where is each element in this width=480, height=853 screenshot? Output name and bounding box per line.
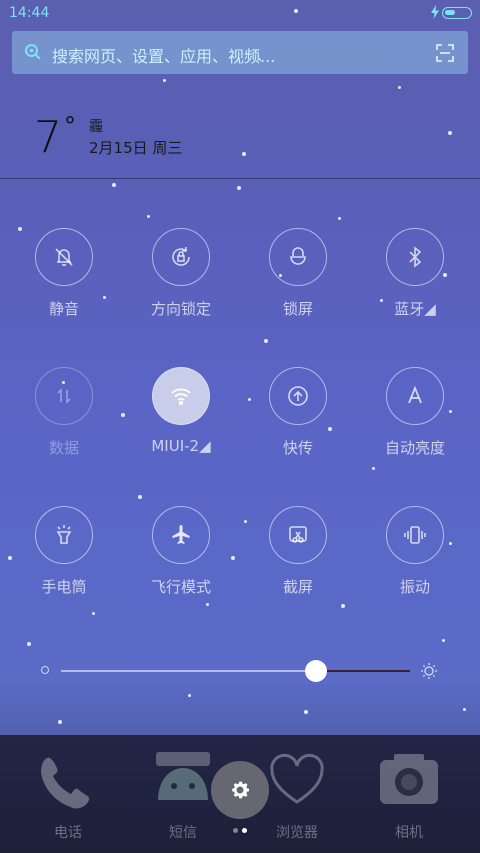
toggle-auto-brightness[interactable] <box>386 367 444 425</box>
toggle-label-quick-share: 快传 <box>282 439 313 457</box>
brightness-track-remaining <box>315 670 410 672</box>
phone-icon[interactable] <box>33 750 103 810</box>
toggle-bluetooth[interactable] <box>386 228 444 286</box>
settings-button[interactable] <box>211 761 269 819</box>
toggle-label-rotation-lock: 方向锁定 <box>150 300 211 318</box>
bell-off-icon <box>55 248 73 266</box>
toggle-label-bluetooth: 蓝牙◢ <box>394 300 436 318</box>
page-indicator-dot-2 <box>242 828 247 833</box>
toggle-label-flashlight: 手电筒 <box>41 578 87 596</box>
browser-icon[interactable] <box>262 750 332 810</box>
toggle-mobile-data[interactable] <box>35 367 93 425</box>
lock-icon <box>290 247 306 265</box>
toggle-label-lock-screen: 锁屏 <box>282 300 313 318</box>
battery-icon <box>442 7 472 19</box>
vibrate-icon <box>404 526 426 544</box>
search-input[interactable]: 搜索网页、设置、应用、视频... <box>52 43 275 67</box>
gear-icon <box>232 781 249 799</box>
toggle-silent[interactable] <box>35 228 93 286</box>
toggle-label-silent: 静音 <box>48 300 79 318</box>
status-time: 14:44 <box>9 5 50 21</box>
brightness-high-icon <box>421 663 437 679</box>
toggle-label-auto-brightness: 自动亮度 <box>384 439 445 457</box>
weather-temperature: 7 <box>34 112 62 163</box>
dock-label-camera: 相机 <box>395 825 423 841</box>
status-bar: 14:44 <box>0 0 480 26</box>
page-indicator-dot-1 <box>233 828 238 833</box>
dock-label-browser: 浏览器 <box>276 825 318 841</box>
toggle-lock-screen[interactable] <box>269 228 327 286</box>
brightness-low-icon <box>41 666 49 674</box>
share-upload-icon <box>288 386 308 406</box>
toggle-wifi[interactable] <box>152 367 210 425</box>
charging-icon <box>431 5 439 19</box>
toggle-label-wifi: MIUI-2◢ <box>151 437 211 455</box>
messages-icon[interactable] <box>148 750 218 810</box>
toggle-vibrate[interactable] <box>386 506 444 564</box>
weather-date: 2月15日 周三 <box>89 139 183 157</box>
auto-brightness-icon <box>408 385 422 404</box>
wifi-icon <box>171 388 191 406</box>
toggle-screenshot[interactable] <box>269 506 327 564</box>
search-bar[interactable]: 搜索网页、设置、应用、视频... <box>12 31 468 74</box>
screenshot-icon <box>289 526 307 543</box>
scan-icon[interactable] <box>436 44 454 62</box>
toggle-label-screenshot: 截屏 <box>282 578 313 596</box>
toggle-label-airplane: 飞行模式 <box>150 578 211 596</box>
flashlight-icon <box>56 525 72 544</box>
search-icon <box>25 44 41 60</box>
toggle-flashlight[interactable] <box>35 506 93 564</box>
toggle-quick-share[interactable] <box>269 367 327 425</box>
brightness-thumb[interactable] <box>304 660 327 682</box>
dock-label-phone: 电话 <box>54 825 82 841</box>
toggle-airplane[interactable] <box>152 506 210 564</box>
rotation-lock-icon <box>172 247 190 266</box>
toggle-label-mobile-data: 数据 <box>48 439 79 457</box>
mobile-data-icon <box>57 388 71 404</box>
dock-label-messages: 短信 <box>169 825 197 841</box>
bluetooth-icon <box>409 246 422 268</box>
camera-icon[interactable] <box>374 750 444 810</box>
airplane-icon <box>172 525 190 544</box>
weather-degree-symbol: ° <box>64 112 76 140</box>
weather-condition: 霾 <box>89 119 103 135</box>
toggle-label-vibrate: 振动 <box>399 578 430 596</box>
toggle-rotation-lock[interactable] <box>152 228 210 286</box>
